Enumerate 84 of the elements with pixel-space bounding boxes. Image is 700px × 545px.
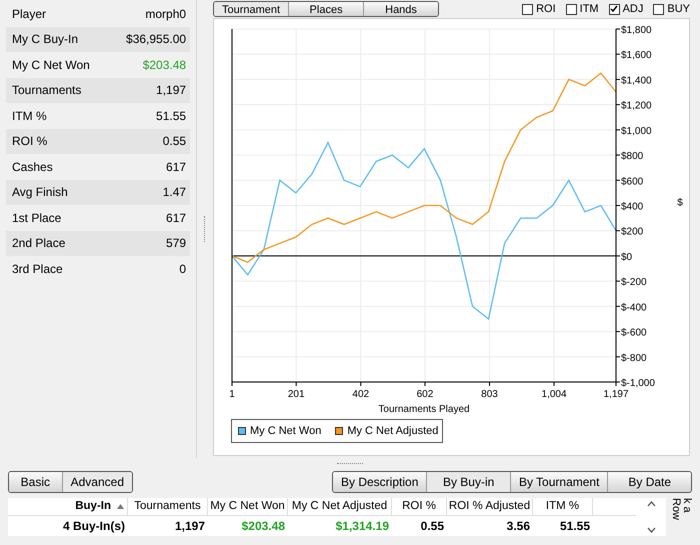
segment-tab[interactable]: Places	[288, 2, 364, 16]
y-tick-label: $600	[621, 176, 644, 188]
table-cell-text: 4 Buy-In(s)	[62, 518, 126, 534]
x-tick-label: 201	[288, 389, 305, 400]
stat-label: Cashes	[12, 158, 53, 176]
x-tick-label: 602	[416, 389, 434, 400]
table-cell-text: $203.48	[240, 518, 286, 534]
stat-label: ITM %	[12, 108, 47, 125]
y-tick-label: $1,000	[621, 126, 652, 137]
stat-value: 1.47	[162, 184, 186, 202]
table-cell-text: $1,314.19	[334, 518, 390, 534]
segment-tab[interactable]: Advanced	[62, 472, 132, 492]
stat-label: 1st Place	[12, 210, 62, 227]
stat-value: 1,197	[156, 82, 186, 100]
legend-label: My C Net Adjusted	[347, 424, 438, 439]
segment-tab[interactable]: By Buy-in	[426, 472, 510, 492]
segment-tab[interactable]: Hands	[363, 2, 438, 16]
stat-value: 617	[166, 158, 186, 176]
checkbox-label: ADJ	[622, 2, 644, 17]
stat-label: 2nd Place	[12, 235, 66, 252]
stat-value: $203.48	[142, 56, 186, 74]
checkbox-label: ITM	[580, 2, 599, 17]
column-header[interactable]: My C Net Won	[208, 498, 288, 515]
stat-value: 617	[166, 210, 186, 227]
y-tick-label: $1,800	[621, 25, 652, 36]
y-tick-label: $800	[621, 151, 644, 162]
y-tick-label: $1,400	[621, 75, 652, 86]
segment-tab[interactable]: Tournament	[214, 2, 288, 16]
table-cell-text: 1,197	[174, 518, 206, 534]
y-tick-label: $400	[621, 202, 644, 212]
column-header[interactable]: ROI % Adjusted	[447, 498, 533, 515]
x-tick-label: 402	[352, 389, 370, 400]
y-tick-label: $0	[621, 252, 632, 263]
stat-value: 0	[179, 260, 186, 278]
stat-label: Avg Finish	[12, 184, 68, 202]
legend-label: My C Net Won	[250, 424, 322, 439]
segment-tab[interactable]: Basic	[9, 472, 62, 492]
y-tick-label: $1,200	[621, 100, 652, 112]
stat-label: My C Buy-In	[12, 31, 78, 48]
checkbox[interactable]	[522, 4, 534, 14]
table-cell-text: 3.56	[506, 518, 531, 534]
column-header[interactable]: My C Net Adjusted	[288, 498, 392, 515]
side-hint: k a Row	[670, 498, 692, 522]
y-tick-label: $-200	[621, 277, 647, 288]
x-tick-label: 1,004	[542, 389, 567, 400]
stat-value: morph0	[145, 6, 186, 23]
x-tick-label: 803	[481, 389, 498, 400]
scroll-down-icon[interactable]	[646, 527, 656, 533]
stat-value: 0.55	[162, 133, 186, 150]
table-cell-text: 51.55	[558, 518, 591, 534]
checkbox[interactable]	[566, 4, 577, 14]
segment-tab[interactable]: By Description	[333, 472, 426, 492]
checkbox-label: ROI	[536, 2, 556, 17]
stat-value: $36,955.00	[126, 31, 186, 48]
scroll-up-icon[interactable]	[646, 501, 656, 507]
segment-tab[interactable]: By Tournament	[510, 472, 608, 492]
checkbox[interactable]	[608, 4, 620, 14]
sort-arrow-icon	[117, 504, 124, 509]
y-tick-label: $-600	[621, 328, 647, 339]
table-cell-text: 0.55	[420, 518, 445, 534]
stat-value: 579	[166, 235, 186, 252]
column-header[interactable]: ITM %	[533, 498, 593, 515]
column-header[interactable]: Tournaments	[128, 498, 208, 515]
stat-label: My C Net Won	[12, 56, 90, 74]
checkbox-label: BUY	[667, 2, 690, 17]
y-tick-label: $-400	[621, 302, 647, 314]
x-tick-label: 1,197	[603, 389, 629, 400]
x-axis-title: Tournaments Played	[378, 404, 470, 415]
stat-label: 3rd Place	[12, 260, 63, 278]
stat-label: Tournaments	[12, 82, 82, 100]
y-tick-label: $-800	[621, 352, 647, 364]
y-tick-label: $-1,000	[621, 378, 655, 389]
checkbox[interactable]	[653, 4, 664, 14]
stat-label: Player	[12, 6, 46, 23]
column-header[interactable]: Buy-In	[8, 498, 128, 515]
y-tick-label: $200	[621, 226, 644, 238]
stat-value: 51.55	[156, 108, 186, 125]
stat-label: ROI %	[12, 133, 48, 150]
segment-tab[interactable]: By Date	[607, 472, 691, 492]
column-header[interactable]: ROI %	[392, 498, 447, 515]
x-tick-label: 1	[229, 389, 235, 400]
y-tick-label: $1,600	[621, 50, 652, 62]
y-axis-title: $	[677, 198, 683, 208]
splitter-grip[interactable]	[204, 216, 206, 242]
